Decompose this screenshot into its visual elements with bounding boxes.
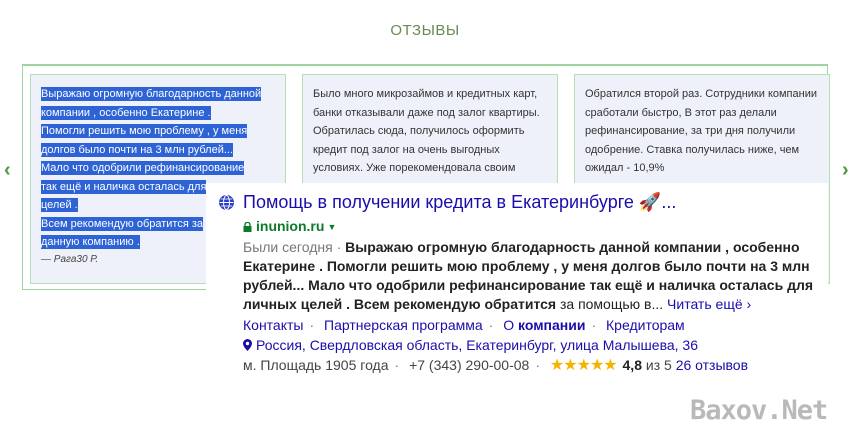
meta-row: м. Площадь 1905 года · +7 (343) 290-00-08… bbox=[243, 357, 749, 374]
globe-icon bbox=[219, 195, 234, 210]
carousel-prev-arrow-icon[interactable]: ‹ bbox=[4, 160, 11, 180]
phone-number[interactable]: +7 (343) 290-00-08 bbox=[409, 357, 529, 373]
page: ОТЗЫВЫ ‹ › Выражаю огромную благодарност… bbox=[0, 0, 850, 434]
map-pin-icon bbox=[243, 338, 252, 351]
sitelink-about-bold: компании bbox=[518, 317, 586, 333]
url-menu-caret-icon[interactable]: ▼ bbox=[327, 222, 336, 232]
read-more-link[interactable]: Читать ещё › bbox=[667, 296, 751, 312]
result-url[interactable]: inunion.ru bbox=[256, 218, 324, 234]
result-date: Были сегодня bbox=[243, 239, 333, 255]
selected-line: так ещё и наличка осталась для bbox=[41, 179, 207, 194]
rating-scale: из 5 bbox=[645, 357, 672, 373]
selected-line: данную компанию . bbox=[41, 235, 140, 249]
result-description: Были сегодня · Выражаю огромную благодар… bbox=[243, 239, 814, 312]
result-url-row[interactable]: inunion.ru ▼ bbox=[243, 218, 336, 234]
selected-line: компании , особенно Екатерине . bbox=[41, 105, 211, 120]
metro-station: м. Площадь 1905 года bbox=[243, 357, 389, 373]
description-tail: за помощью в... bbox=[559, 296, 664, 312]
result-title-link[interactable]: Помощь в получении кредита в Екатеринбур… bbox=[243, 192, 676, 213]
address-text[interactable]: Россия, Свердловская область, Екатеринбу… bbox=[256, 337, 698, 353]
selected-line: Мало что одобрили рефинансирование bbox=[41, 161, 245, 175]
selected-line: Помогли решить мою проблему , у меня bbox=[41, 124, 248, 138]
selected-line: Выражаю огромную благодарность данной bbox=[41, 87, 262, 101]
sitelink-contacts[interactable]: Контакты bbox=[243, 317, 303, 333]
selected-line: Всем рекомендую обратится за bbox=[41, 216, 204, 231]
address-row[interactable]: Россия, Свердловская область, Екатеринбу… bbox=[243, 337, 698, 353]
sitelink-creditors[interactable]: Кредиторам bbox=[606, 317, 685, 333]
sitelink-partner-program[interactable]: Партнерская программа bbox=[324, 317, 483, 333]
review-text: Было много микрозаймов и кредитных карт,… bbox=[313, 88, 540, 174]
search-result-snippet: Помощь в получении кредита в Екатеринбур… bbox=[206, 183, 828, 383]
rating-stars-icon: ★★★★★ bbox=[549, 357, 618, 374]
lock-icon bbox=[243, 219, 252, 232]
rating-value: 4,8 bbox=[622, 357, 642, 373]
selected-line: долгов было почти на 3 млн рублей... bbox=[41, 142, 234, 157]
watermark: Baxov.Net bbox=[690, 395, 828, 426]
section-title: ОТЗЫВЫ bbox=[390, 22, 460, 39]
review-text: Обратился второй раз. Сотрудники компани… bbox=[585, 88, 817, 174]
carousel-next-arrow-icon[interactable]: › bbox=[842, 160, 849, 180]
reviews-count-link[interactable]: 26 отзывов bbox=[676, 357, 748, 373]
sitelinks: Контакты · Партнерская программа · О компа… bbox=[243, 317, 685, 333]
selected-line: целей . bbox=[41, 198, 78, 212]
sitelink-about[interactable]: О компании bbox=[503, 317, 585, 333]
